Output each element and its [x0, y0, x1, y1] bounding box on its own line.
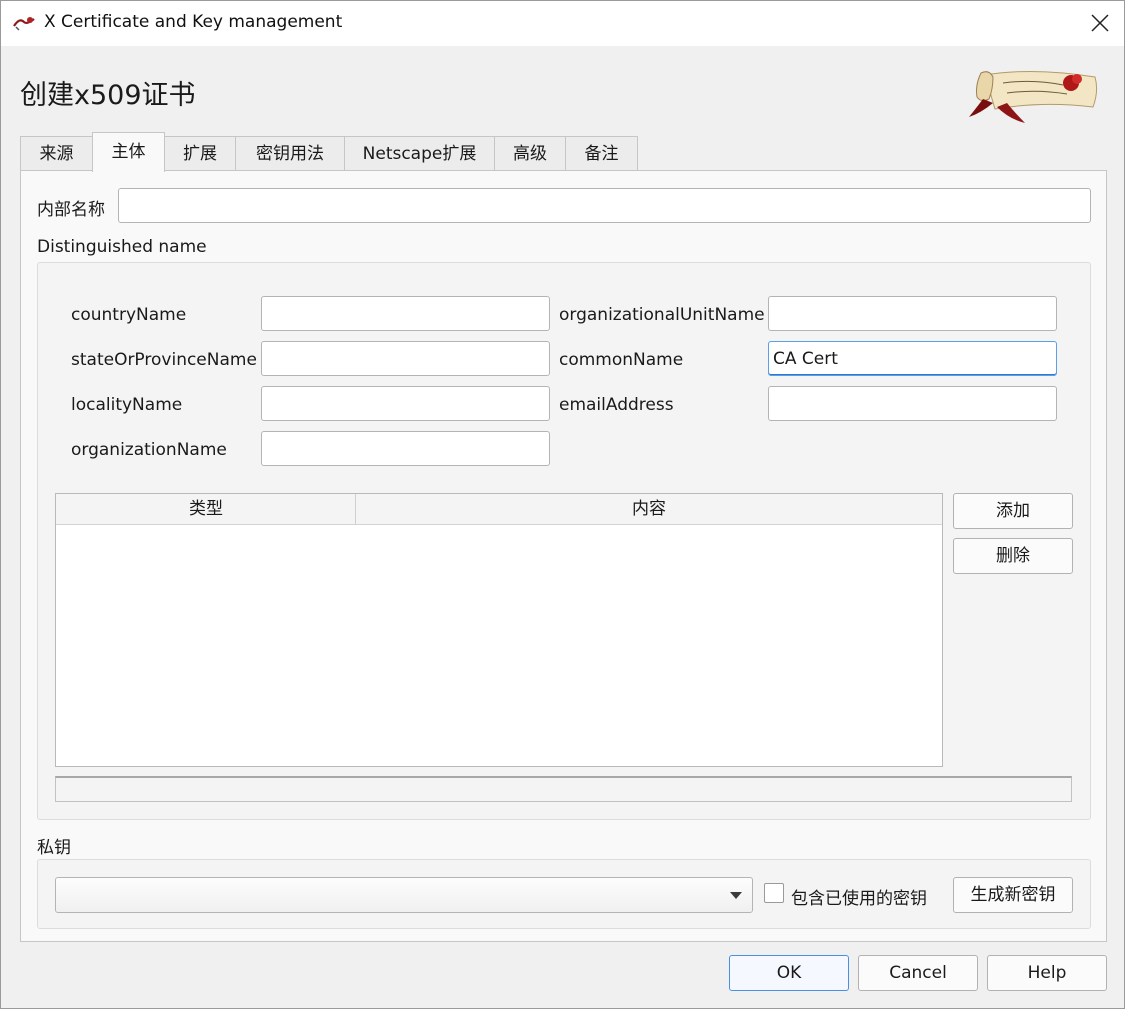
common-name-label: commonName	[559, 350, 684, 370]
locality-name-label: localityName	[71, 395, 183, 415]
tab-extensions[interactable]: 扩展	[164, 136, 236, 172]
org-unit-name-input[interactable]	[768, 296, 1057, 331]
email-address-label: emailAddress	[559, 395, 674, 415]
locality-name-input[interactable]	[261, 386, 550, 421]
organization-name-label: organizationName	[71, 440, 227, 460]
tab-key-usage[interactable]: 密钥用法	[235, 136, 345, 172]
type-column-header[interactable]: 类型	[56, 494, 356, 525]
cancel-button[interactable]: Cancel	[858, 955, 978, 991]
close-button[interactable]	[1081, 6, 1119, 40]
dialog-window: X Certificate and Key management 创建x509证…	[0, 0, 1125, 1009]
title-bar: X Certificate and Key management	[1, 1, 1124, 46]
delete-entry-button[interactable]: 删除	[953, 538, 1073, 574]
organization-name-input[interactable]	[261, 431, 550, 466]
tab-advanced[interactable]: 高级	[494, 136, 566, 172]
dn-group-title: Distinguished name	[37, 237, 207, 257]
email-address-input[interactable]	[768, 386, 1057, 421]
private-key-group-title: 私钥	[37, 838, 71, 858]
subject-panel: 内部名称 Distinguished name countryName stat…	[20, 170, 1107, 942]
tab-netscape[interactable]: Netscape扩展	[344, 136, 495, 172]
include-used-keys-label[interactable]: 包含已使用的密钥	[791, 884, 927, 909]
common-name-input[interactable]	[768, 341, 1057, 376]
table-status-line	[55, 776, 1072, 802]
generate-key-button[interactable]: 生成新密钥	[953, 877, 1073, 913]
tab-subject[interactable]: 主体	[92, 132, 165, 172]
org-unit-name-label: organizationalUnitName	[559, 305, 765, 325]
ok-button[interactable]: OK	[729, 955, 849, 991]
internal-name-input[interactable]	[118, 188, 1091, 223]
chevron-down-icon	[730, 892, 742, 899]
private-key-select[interactable]	[55, 877, 753, 913]
state-name-input[interactable]	[261, 341, 550, 376]
tab-source[interactable]: 来源	[20, 136, 93, 172]
close-icon	[1091, 14, 1109, 32]
include-used-keys-checkbox[interactable]	[764, 883, 784, 903]
help-button[interactable]: Help	[987, 955, 1107, 991]
window-title: X Certificate and Key management	[44, 12, 343, 32]
scroll-logo-icon	[963, 63, 1103, 125]
internal-name-label: 内部名称	[37, 200, 105, 220]
state-name-label: stateOrProvinceName	[71, 350, 257, 370]
country-name-input[interactable]	[261, 296, 550, 331]
app-icon	[13, 14, 35, 32]
content-column-header[interactable]: 内容	[356, 494, 942, 525]
tab-comment[interactable]: 备注	[565, 136, 638, 172]
country-name-label: countryName	[71, 305, 187, 325]
dn-entries-table[interactable]: 类型 内容	[55, 493, 943, 767]
dialog-heading: 创建x509证书	[20, 80, 196, 111]
add-entry-button[interactable]: 添加	[953, 493, 1073, 529]
